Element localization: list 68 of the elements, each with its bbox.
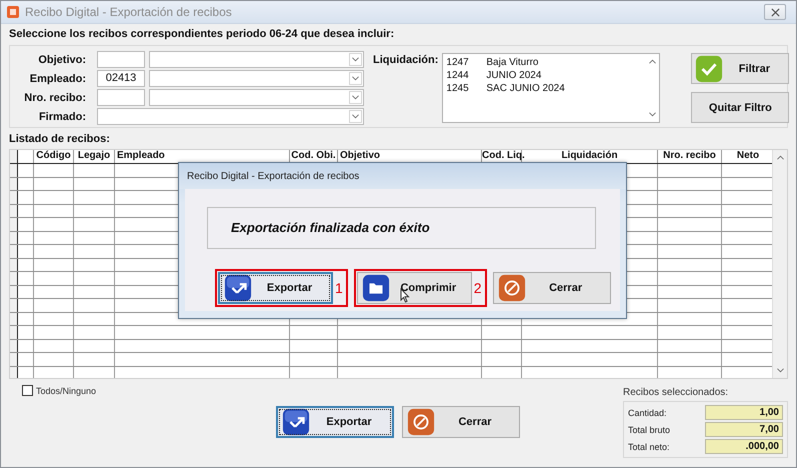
no-entry-icon [498, 274, 526, 302]
filter-button[interactable]: Filtrar [691, 53, 790, 84]
row-header[interactable] [10, 353, 18, 366]
summary-value: 7,00 [705, 422, 783, 437]
action-button[interactable]: Exportar [218, 272, 333, 304]
section-label: Listado de recibos: [9, 133, 111, 147]
row-header[interactable] [10, 366, 18, 378]
scroll-down-icon[interactable] [648, 112, 656, 117]
row-header[interactable] [10, 150, 18, 163]
row-header[interactable] [10, 232, 18, 244]
no-entry-icon [407, 408, 435, 436]
code-field[interactable] [97, 89, 145, 106]
row-header[interactable] [10, 245, 18, 258]
row-header[interactable] [10, 204, 18, 217]
window-title: Recibo Digital - Exportación de recibos [25, 5, 233, 19]
summary-label: Total neto: [628, 442, 670, 452]
scroll-up-icon[interactable] [776, 155, 784, 160]
action-button[interactable]: Comprimir [356, 272, 472, 304]
row-header[interactable] [10, 218, 18, 230]
summary-value: 1,00 [705, 405, 783, 420]
column-header[interactable]: Código [34, 150, 74, 163]
field-label: Nro. recibo: [23, 92, 86, 104]
row-header[interactable] [10, 164, 18, 176]
row-header[interactable] [10, 299, 18, 312]
close-icon [770, 8, 780, 16]
column-header[interactable]: Legajo [74, 150, 115, 163]
message-text: Exportación finalizada con éxito [207, 207, 596, 249]
scroll-up-icon[interactable] [648, 59, 656, 64]
field-label: Liquidación: [373, 53, 438, 66]
scroll-down-icon[interactable] [776, 368, 784, 373]
row-header[interactable] [10, 312, 18, 325]
check-icon [695, 54, 724, 82]
field-label: Objetivo: [37, 54, 86, 66]
action-button[interactable]: Exportar [276, 406, 394, 438]
code-field[interactable]: 02413 [97, 70, 145, 87]
field-label: Empleado: [28, 72, 86, 84]
folder-icon [362, 274, 390, 302]
list-item[interactable]: 1244 JUNIO 2024 [446, 69, 642, 82]
summary-label: Total bruto [628, 424, 670, 434]
row-header[interactable] [10, 340, 18, 352]
summary-value: .000,00 [705, 439, 783, 454]
row-header[interactable] [10, 272, 18, 284]
column-header[interactable]: Nro. recibo [658, 150, 722, 163]
row-header[interactable] [10, 326, 18, 338]
list-box[interactable]: 1247 Baja Viturro 1244 JUNIO 2024 1245 SAC JUNIO 2024 [442, 53, 660, 123]
action-button[interactable]: Cerrar [402, 406, 520, 438]
row-header[interactable] [10, 258, 18, 271]
annotation-number: 2 [474, 280, 482, 296]
arrow-tile-icon [224, 274, 252, 302]
code-field[interactable] [97, 51, 145, 68]
arrow-tile-icon [282, 408, 310, 436]
close-button[interactable] [764, 4, 786, 20]
list-item[interactable]: 1245 SAC JUNIO 2024 [446, 82, 642, 95]
field-label: Firmado: [38, 110, 86, 122]
row-header[interactable] [10, 178, 18, 190]
row-header[interactable] [10, 286, 18, 298]
section-label: Recibos seleccionados: [623, 387, 730, 400]
summary-label: Cantidad: [628, 408, 667, 418]
prompt-text: Seleccione los recibos correspondientes periodo 06-24 que desea incluir: [9, 27, 396, 42]
action-button[interactable]: Cerrar [492, 272, 611, 304]
list-item[interactable]: 1247 Baja Viturro [446, 56, 642, 69]
filter-button[interactable]: Quitar Filtro [691, 92, 790, 123]
row-header[interactable] [10, 191, 18, 204]
annotation-number: 1 [335, 280, 343, 296]
checkbox-label: Todos/Ninguno [36, 386, 96, 396]
dialog-title: Recibo Digital - Exportación de recibos [187, 170, 360, 182]
checkbox[interactable] [22, 385, 33, 396]
app-icon [7, 6, 19, 18]
